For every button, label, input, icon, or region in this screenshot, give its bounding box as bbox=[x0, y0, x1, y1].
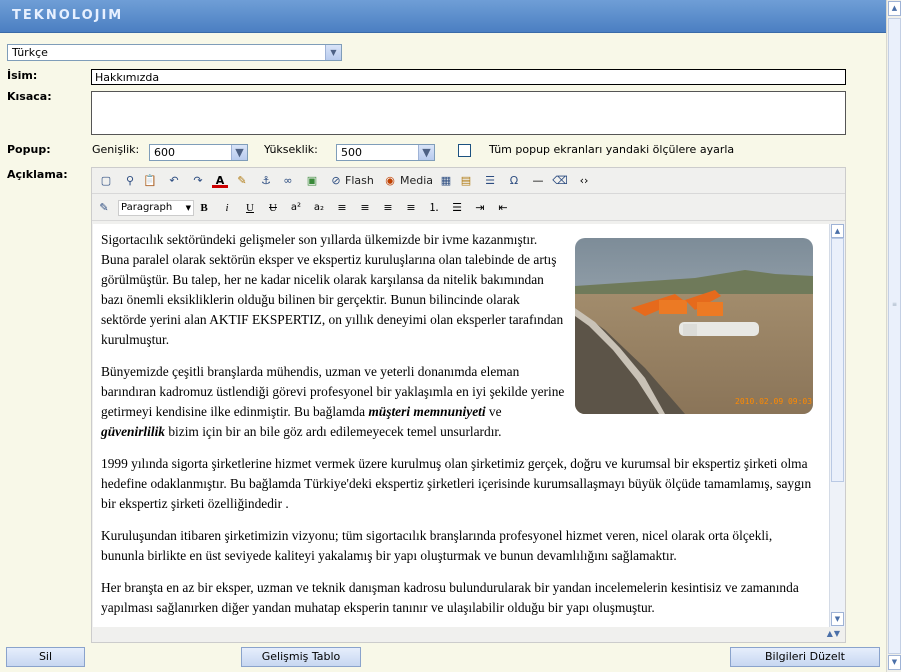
paragraph-2-part-e: bizim için bir an bile göz ardı edilemey… bbox=[165, 424, 502, 439]
table-edit-icon[interactable]: ▤ bbox=[458, 173, 474, 189]
editor-content-area[interactable]: 2010.02.09 09:03 Sigortacılık sektöründe… bbox=[93, 224, 829, 627]
header-bar: TEKNOLOJIM bbox=[0, 0, 886, 33]
flooded-construction-photo: 2010.02.09 09:03 bbox=[575, 238, 813, 414]
image-icon[interactable]: ▣ bbox=[304, 173, 320, 189]
scroll-up-arrow-icon[interactable]: ▲ bbox=[888, 1, 901, 16]
editor-scroll-thumb[interactable] bbox=[831, 238, 844, 482]
align-justify-icon[interactable]: ≡ bbox=[403, 200, 419, 216]
italic-icon[interactable]: i bbox=[219, 200, 235, 216]
paste-icon[interactable]: 📋 bbox=[142, 173, 158, 189]
chevron-down-icon[interactable]: ▼ bbox=[231, 145, 247, 160]
paragraph-2-part-c: ve bbox=[485, 404, 502, 419]
short-textarea[interactable] bbox=[91, 91, 846, 135]
find-icon[interactable]: ⚲ bbox=[122, 173, 138, 189]
chevron-down-icon[interactable]: ▼ bbox=[325, 45, 341, 60]
align-center-icon[interactable]: ≡ bbox=[357, 200, 373, 216]
language-select-value: Türkçe bbox=[12, 46, 48, 59]
popup-height-label: Yükseklik: bbox=[264, 143, 318, 156]
popup-height-select[interactable]: 500 ▼ bbox=[336, 144, 435, 161]
editor-toolbar-1: ▢ ⚲ 📋 ↶ ↷ A ✎ ⚓ ∞ ▣ ⊘ Flash ◉ Media ▦ ▤ … bbox=[92, 168, 845, 194]
redo-icon[interactable]: ↷ bbox=[190, 173, 206, 189]
unordered-list-icon[interactable]: ☰ bbox=[449, 200, 465, 216]
styles-icon[interactable]: ✎ bbox=[96, 200, 112, 216]
anchor-icon[interactable]: ⚓ bbox=[258, 173, 274, 189]
superscript-icon[interactable]: a² bbox=[288, 200, 304, 216]
page-scrollbar[interactable]: ▲ ≡ ▼ bbox=[886, 0, 901, 672]
name-input[interactable]: Hakkımızda bbox=[91, 69, 846, 85]
align-left-icon[interactable]: ≡ bbox=[334, 200, 350, 216]
rich-text-editor: ▢ ⚲ 📋 ↶ ↷ A ✎ ⚓ ∞ ▣ ⊘ Flash ◉ Media ▦ ▤ … bbox=[91, 167, 846, 643]
name-label: İsim: bbox=[7, 69, 38, 82]
update-info-button[interactable]: Bilgileri Düzelt bbox=[730, 647, 880, 667]
grip-icon: ≡ bbox=[892, 301, 898, 308]
paragraph-4: Kuruluşundan itibaren şirketimizin vizyo… bbox=[101, 528, 773, 563]
short-label: Kısaca: bbox=[7, 90, 52, 103]
popup-width-label: Genişlik: bbox=[92, 143, 140, 156]
content-photo[interactable]: 2010.02.09 09:03 bbox=[575, 238, 813, 414]
ordered-list-icon[interactable]: ⒈ bbox=[426, 200, 442, 216]
resize-arrows-icon[interactable]: ▲▼ bbox=[827, 629, 841, 638]
media-icon[interactable]: ◉ bbox=[382, 173, 398, 189]
highlight-icon[interactable]: ✎ bbox=[234, 173, 250, 189]
paragraph-5: Her branşta en az bir eksper, uzman ve t… bbox=[101, 580, 799, 615]
underline-icon[interactable]: U bbox=[242, 200, 258, 216]
delete-button[interactable]: Sil bbox=[6, 647, 85, 667]
scroll-down-arrow-icon[interactable]: ▼ bbox=[831, 612, 844, 626]
layer-icon[interactable]: ☰ bbox=[482, 173, 498, 189]
editor-status-bar: ▲▼ bbox=[92, 627, 845, 642]
page-scroll-thumb[interactable]: ≡ bbox=[888, 18, 901, 654]
photo-timestamp: 2010.02.09 09:03 bbox=[735, 397, 812, 406]
undo-icon[interactable]: ↶ bbox=[166, 173, 182, 189]
indent-icon[interactable]: ⇥ bbox=[472, 200, 488, 216]
chevron-down-icon[interactable]: ▼ bbox=[418, 145, 434, 160]
chevron-down-icon: ▼ bbox=[185, 204, 191, 212]
format-select-value: Paragraph bbox=[121, 202, 173, 213]
popup-apply-all-label: Tüm popup ekranları yandaki ölçülere aya… bbox=[489, 143, 735, 156]
html-source-icon[interactable]: ‹› bbox=[576, 173, 592, 189]
bold-icon[interactable]: B bbox=[196, 200, 212, 216]
select-all-icon[interactable]: ▢ bbox=[98, 173, 114, 189]
text-color-icon[interactable]: A bbox=[212, 173, 228, 188]
editor-toolbar-2: ✎ Paragraph ▼ B i U U a² a₂ ≡ ≡ ≡ ≡ ⒈ ☰ … bbox=[92, 195, 845, 221]
advanced-table-button[interactable]: Gelişmiş Tablo bbox=[241, 647, 361, 667]
popup-width-value: 600 bbox=[154, 146, 175, 159]
subscript-icon[interactable]: a₂ bbox=[311, 200, 327, 216]
popup-apply-all-checkbox[interactable] bbox=[458, 144, 471, 157]
scroll-down-arrow-icon[interactable]: ▼ bbox=[888, 655, 901, 670]
paragraph-3: 1999 yılında sigorta şirketlerine hizmet… bbox=[101, 456, 812, 511]
scroll-up-arrow-icon[interactable]: ▲ bbox=[831, 224, 844, 238]
flash-button[interactable]: Flash bbox=[345, 174, 374, 187]
paragraph-2-emphasis-2: güvenirlilik bbox=[101, 424, 165, 439]
special-char-icon[interactable]: Ω bbox=[506, 173, 522, 189]
popup-width-select[interactable]: 600 ▼ bbox=[149, 144, 248, 161]
outdent-icon[interactable]: ⇤ bbox=[495, 200, 511, 216]
popup-height-value: 500 bbox=[341, 146, 362, 159]
flash-icon[interactable]: ⊘ bbox=[328, 173, 344, 189]
paragraph-2-emphasis-1: müşteri memnuniyeti bbox=[368, 404, 486, 419]
editor-scrollbar[interactable]: ▲ ▼ bbox=[829, 224, 845, 627]
link-icon[interactable]: ∞ bbox=[280, 173, 296, 189]
horizontal-rule-icon[interactable]: — bbox=[530, 173, 546, 189]
site-logo: TEKNOLOJIM bbox=[12, 8, 124, 23]
strikethrough-icon[interactable]: U bbox=[265, 200, 281, 216]
eraser-icon[interactable]: ⌫ bbox=[552, 173, 568, 189]
language-select[interactable]: Türkçe ▼ bbox=[7, 44, 342, 61]
table-icon[interactable]: ▦ bbox=[438, 173, 454, 189]
description-label: Açıklama: bbox=[7, 168, 68, 181]
media-button[interactable]: Media bbox=[400, 174, 433, 187]
align-right-icon[interactable]: ≡ bbox=[380, 200, 396, 216]
format-select[interactable]: Paragraph ▼ bbox=[118, 200, 194, 216]
popup-label: Popup: bbox=[7, 143, 51, 156]
